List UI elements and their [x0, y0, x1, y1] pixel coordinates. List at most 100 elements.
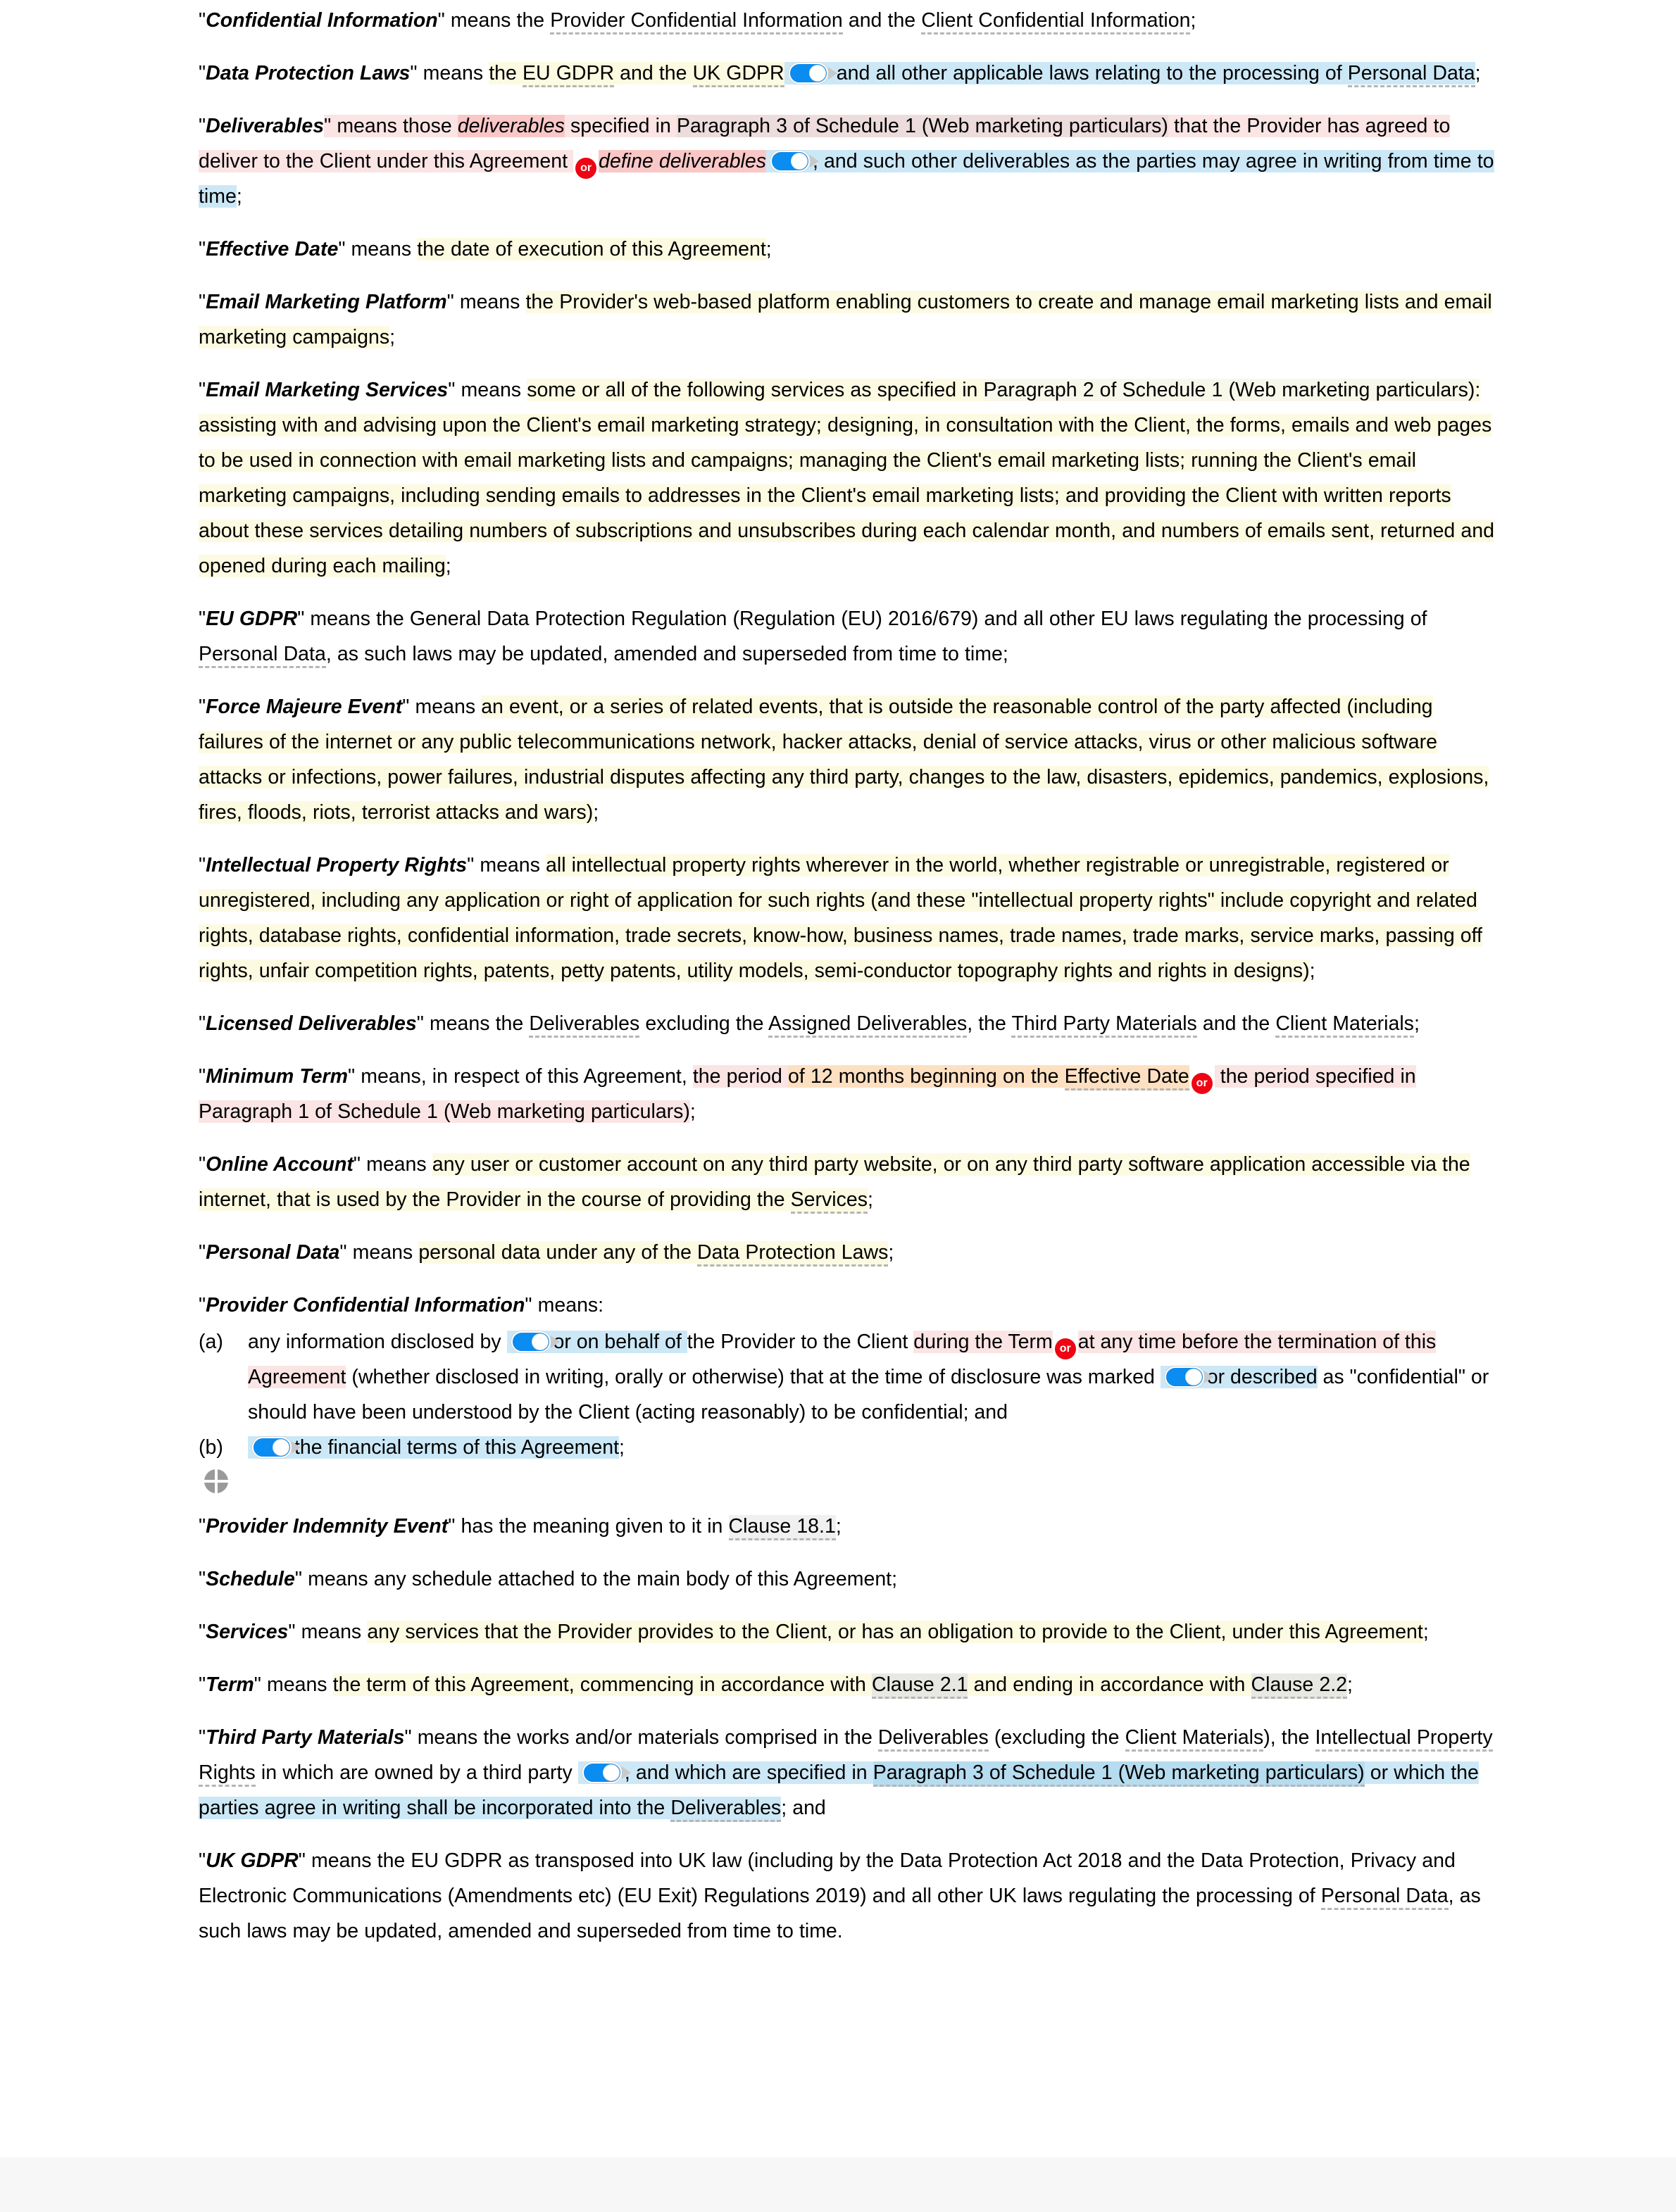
quote-open: "	[199, 379, 206, 401]
highlight-blue[interactable]: the financial terms of this Agreement	[248, 1436, 619, 1459]
suggestion-toggle[interactable]	[252, 1437, 301, 1458]
defined-term-reference[interactable]: Client Confidential Information	[921, 9, 1191, 34]
definition-lead: " means	[339, 1241, 419, 1264]
defined-term-reference[interactable]: Paragraph 2 of Schedule 1 (Web marketing…	[983, 379, 1475, 401]
definition-schedule: "Schedule" means any schedule attached t…	[199, 1561, 1500, 1597]
highlight-yellow[interactable]: any services that the Provider provides …	[367, 1621, 1423, 1643]
highlight-blue[interactable]: or on behalf of	[506, 1331, 687, 1353]
defined-term-label: Third Party Materials	[206, 1726, 405, 1749]
list-marker: (a)	[199, 1331, 223, 1353]
definition-end: ;	[1346, 1673, 1353, 1696]
move-handle-icon[interactable]	[204, 1469, 228, 1493]
defined-term-label: Personal Data	[206, 1241, 340, 1264]
document-body: " Confidential Information " means the Pro…	[0, 0, 1676, 2212]
definition-lead: " means the EU GDPR as transposed into U…	[199, 1849, 1456, 1907]
definition-mid: in which are owned by a third party	[255, 1761, 578, 1784]
definition-lead: " has the meaning given to it in	[448, 1515, 729, 1538]
highlight-yellow[interactable]: and ending in accordance with	[968, 1673, 1251, 1696]
highlight-yellow[interactable]: personal data under any of the	[418, 1241, 698, 1264]
defined-term-reference[interactable]: Deliverables	[529, 1012, 640, 1038]
definition-end: ;	[1190, 9, 1196, 32]
defined-term-label: Email Marketing Services	[206, 379, 449, 401]
defined-term-reference[interactable]: Third Party Materials	[1011, 1012, 1197, 1038]
defined-term-reference[interactable]: Assigned Deliverables	[768, 1012, 968, 1038]
definition-provider-indemnity-event: "Provider Indemnity Event" has the meani…	[199, 1509, 1500, 1544]
definition-email-marketing-services: "Email Marketing Services" means some or…	[199, 372, 1500, 584]
or-badge[interactable]: or	[1191, 1073, 1213, 1094]
or-badge[interactable]: or	[1054, 1338, 1076, 1359]
defined-term-reference[interactable]: Personal Data	[199, 643, 326, 668]
clause-reference[interactable]: Clause 2.2	[1251, 1673, 1347, 1699]
defined-term-reference[interactable]: Paragraph 3 of Schedule 1 (Web marketing…	[873, 1761, 1365, 1787]
definition-end: ;	[1475, 62, 1481, 84]
clause-reference[interactable]: Clause 2.1	[872, 1673, 968, 1699]
suggestion-toggle[interactable]	[770, 151, 819, 172]
defined-term-reference[interactable]: Deliverables	[670, 1797, 782, 1822]
highlight-blue[interactable]: and all other applicable laws relating t…	[784, 62, 1475, 87]
definition-end: ;	[888, 1241, 894, 1264]
defined-term-reference[interactable]: Client Materials	[1275, 1012, 1414, 1038]
defined-term-label: Provider Confidential Information	[206, 1294, 525, 1316]
toggle-arrow-icon[interactable]	[1203, 1371, 1213, 1383]
definition-end: ;	[389, 326, 395, 348]
highlight-yellow[interactable]: the	[489, 62, 523, 84]
defined-term-label: Intellectual Property Rights	[206, 854, 468, 876]
defined-term-reference[interactable]: Data Protection Laws	[697, 1241, 889, 1267]
suggestion-toggle[interactable]	[511, 1331, 560, 1352]
defined-term-reference[interactable]: Personal Data	[1347, 62, 1475, 87]
definition-end: ;	[1413, 1012, 1420, 1035]
highlight-pink[interactable]: " means those	[324, 115, 458, 137]
highlight-pink[interactable]: during the Term	[913, 1331, 1053, 1353]
clause-reference[interactable]: Clause 18.1	[728, 1515, 836, 1540]
defined-term-reference[interactable]: Services	[790, 1188, 868, 1214]
defined-term-reference[interactable]: Personal Data	[1320, 1885, 1449, 1910]
suggestion-toggle[interactable]	[582, 1762, 631, 1783]
suggestion-toggle[interactable]	[1164, 1366, 1213, 1388]
definition-mid: and the	[842, 9, 922, 32]
highlight-blue[interactable]: , and which are specified in	[577, 1761, 873, 1784]
definition-end: ; and	[781, 1797, 826, 1819]
toggle-knob	[273, 1440, 289, 1455]
definition-end: ;	[1422, 1621, 1429, 1643]
defined-term-reference[interactable]: EU GDPR	[523, 62, 615, 87]
definition-lead: " means the General Data Protection Regu…	[297, 608, 1427, 630]
definition-lead: " means	[402, 696, 482, 718]
toggle-arrow-icon[interactable]	[809, 155, 819, 168]
highlight-yellow[interactable]: : assisting with and advising upon the C…	[199, 379, 1494, 577]
definition-email-marketing-platform: "Email Marketing Platform" means the Pro…	[199, 284, 1500, 355]
highlight-orange[interactable]: of 12 months beginning on the	[787, 1065, 1065, 1088]
defined-term-reference[interactable]: Paragraph 3 of Schedule 1 (Web marketing…	[676, 115, 1168, 137]
toggle-arrow-icon[interactable]	[550, 1336, 560, 1348]
defined-term-label: Data Protection Laws	[206, 62, 411, 84]
defined-term-reference[interactable]: Effective Date	[1064, 1065, 1189, 1091]
toggle-arrow-icon[interactable]	[621, 1766, 631, 1779]
definition-end: ;	[867, 1188, 873, 1211]
defined-term-reference[interactable]: Deliverables	[877, 1726, 989, 1752]
suggestion-text[interactable]: deliverables	[457, 115, 565, 137]
defined-term-reference[interactable]: UK GDPR	[692, 62, 784, 87]
defined-term-label: Services	[206, 1621, 289, 1643]
move-handle-horizontal-bar	[204, 1480, 228, 1483]
definition-lead: " means	[338, 238, 418, 260]
quote-open: "	[199, 1673, 206, 1696]
highlight-pink[interactable]: the period	[692, 1065, 788, 1088]
highlight-yellow[interactable]: some or all of the following services as…	[527, 379, 984, 401]
suggestion-text[interactable]: define deliverables	[599, 150, 766, 172]
suggestion-toggle[interactable]	[788, 63, 837, 84]
toggle-arrow-icon[interactable]	[827, 67, 837, 80]
defined-term-label: Confidential Information	[206, 9, 438, 32]
highlight-yellow[interactable]: the date of execution of this Agreement	[417, 238, 766, 260]
highlight-yellow[interactable]: and the	[614, 62, 693, 84]
toggle-knob	[809, 65, 825, 81]
quote-open: "	[199, 62, 206, 84]
definition-licensed-deliverables: "Licensed Deliverables" means the Delive…	[199, 1006, 1500, 1041]
list-text: the Provider to the Client	[687, 1331, 914, 1353]
defined-term-reference[interactable]: Client Materials	[1125, 1726, 1264, 1752]
toggle-arrow-icon[interactable]	[292, 1441, 301, 1454]
highlight-blue[interactable]: or described	[1160, 1366, 1318, 1388]
defined-term-label: Schedule	[206, 1568, 295, 1590]
highlight-pink[interactable]: specified in	[564, 115, 677, 137]
highlight-yellow[interactable]: the term of this Agreement, commencing i…	[332, 1673, 873, 1696]
or-badge[interactable]: or	[575, 158, 597, 179]
defined-term-reference[interactable]: Provider Confidential Information	[550, 9, 843, 34]
